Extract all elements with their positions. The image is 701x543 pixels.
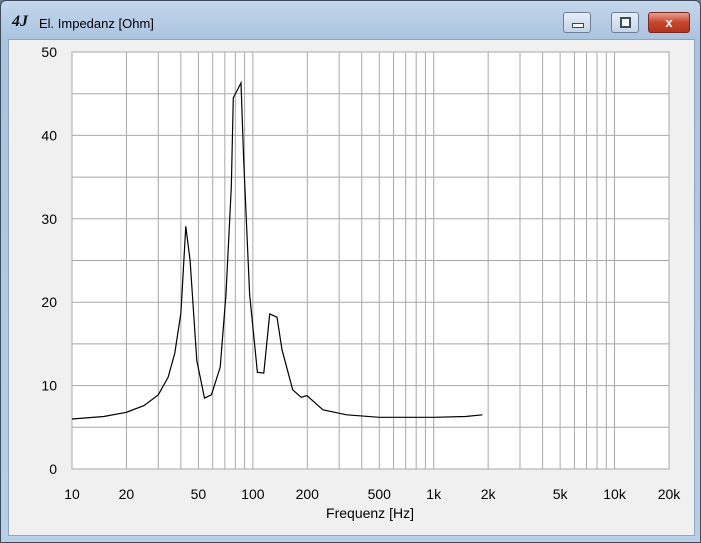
y-tick-label: 40: [41, 127, 57, 143]
x-tick-label: 500: [368, 486, 392, 502]
x-tick-label: 10: [64, 486, 80, 502]
x-tick-label: 2k: [481, 486, 497, 502]
y-tick-label: 50: [41, 44, 57, 60]
y-tick-label: 0: [49, 461, 57, 477]
x-tick-label: 1k: [426, 486, 442, 502]
impedance-chart: 10 20 50 100 200 500 1k 2k 5k 10k 20k 0 10 20 30 40 50 F…: [41, 44, 682, 521]
x-tick-label: 20: [119, 486, 135, 502]
x-tick-label: 20k: [658, 486, 682, 502]
y-tick-label: 10: [41, 378, 57, 394]
x-tick-label: 5k: [553, 486, 569, 502]
x-tick-label: 200: [296, 486, 320, 502]
x-tick-label: 100: [241, 486, 265, 502]
x-tick-label: 50: [191, 486, 207, 502]
y-tick-label: 20: [41, 294, 57, 310]
x-tick-label: 10k: [603, 486, 627, 502]
y-tick-label: 30: [41, 211, 57, 227]
x-axis-label: Frequenz [Hz]: [326, 505, 414, 521]
